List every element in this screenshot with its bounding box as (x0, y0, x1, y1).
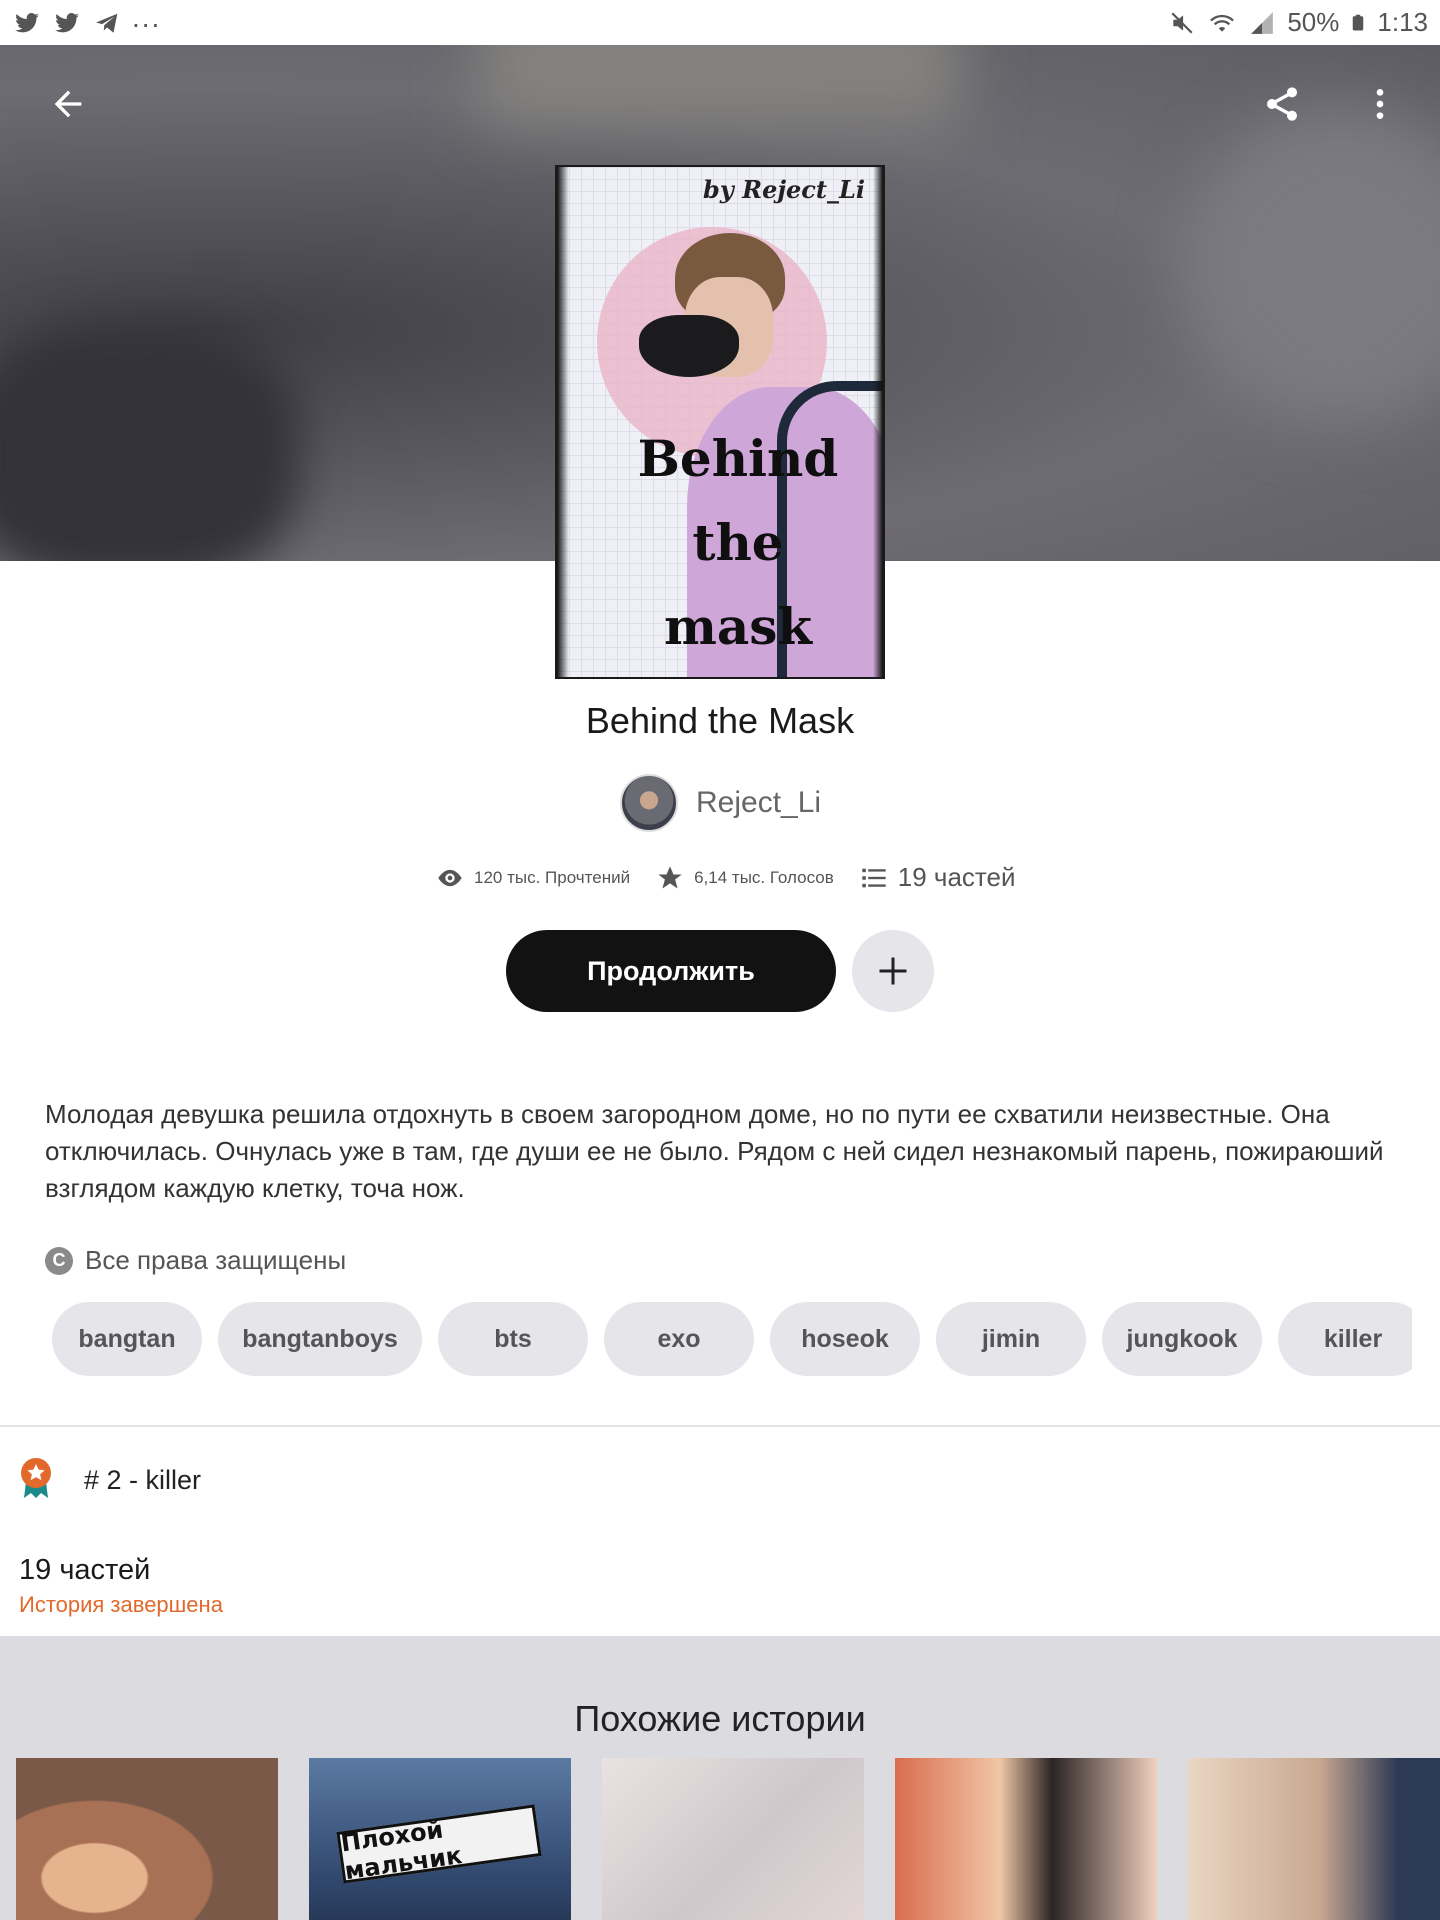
share-icon (1267, 87, 1297, 121)
cover-title: Behind the mask (637, 429, 839, 656)
story-title: Behind the Mask (585, 700, 855, 741)
tag-chip[interactable]: hoseok (770, 1302, 920, 1376)
continue-reading-button[interactable]: Продолжить (506, 930, 836, 1012)
arrow-left-icon (54, 90, 82, 118)
ranking-label[interactable]: # 2 - killer (84, 1465, 201, 1496)
tag-chip[interactable]: bangtanboys (218, 1302, 422, 1376)
cover-banner-text: Плохой мальчик (336, 1804, 542, 1885)
avatar[interactable] (620, 774, 678, 832)
section-divider (0, 1425, 1440, 1427)
tag-list: bangtan bangtanboys bts exo hoseok jimin… (52, 1302, 1412, 1376)
battery-percent: 50% (1287, 7, 1340, 37)
similar-stories-title: Похожие истории (574, 1698, 866, 1739)
more-options-button[interactable] (1348, 72, 1412, 136)
copyright-icon: C (45, 1246, 73, 1275)
votes-stat: 6,14 тыс. Голосов (656, 864, 834, 892)
ribbon-badge-icon (18, 1456, 54, 1505)
similar-story-cover[interactable]: Плохой мальчик (309, 1758, 571, 1920)
parts-summary[interactable]: 19 частей (19, 1554, 150, 1587)
similar-story-cover[interactable] (602, 1758, 864, 1920)
votes-count: 6,14 тыс. Голосов (694, 867, 834, 887)
status-bar: ... 50% 1:13 (0, 0, 1440, 45)
author-link[interactable]: Reject_Li (620, 774, 821, 832)
wifi-icon (1210, 14, 1235, 32)
twitter-icon (15, 12, 39, 32)
status-bar-notifications: ... (12, 2, 161, 36)
parts-count: 19 частей (897, 862, 1016, 892)
copyright-text: Все права защищены (85, 1245, 347, 1275)
eye-icon (438, 869, 462, 886)
story-description: Молодая девушка решила отдохнуть в своем… (45, 1099, 1384, 1203)
plus-icon (879, 957, 907, 985)
signal-icon (1251, 11, 1274, 34)
more-notifications: ... (132, 1, 162, 33)
story-stats: 120 тыс. Прочтений 6,14 тыс. Голосов 19 … (436, 862, 1042, 893)
similar-stories-section: Похожие истории Плохой мальчик (0, 1636, 1440, 1920)
status-bar-system: 50% 1:13 (1167, 7, 1428, 38)
copyright-notice: C Все права защищены (45, 1245, 346, 1276)
similar-stories-list: Плохой мальчик (16, 1758, 1440, 1920)
battery-icon (1353, 14, 1364, 30)
cover-byline: by Reject_Li (703, 175, 865, 204)
similar-story-cover[interactable] (1188, 1758, 1440, 1920)
share-button[interactable] (1250, 72, 1314, 136)
tag-chip[interactable]: bts (438, 1302, 588, 1376)
tag-chip[interactable]: exo (604, 1302, 754, 1376)
completion-status: История завершена (19, 1592, 223, 1617)
similar-story-cover[interactable] (895, 1758, 1157, 1920)
similar-story-cover[interactable] (16, 1758, 278, 1920)
list-icon (862, 868, 886, 887)
back-button[interactable] (36, 72, 100, 136)
add-to-library-button[interactable] (852, 930, 934, 1012)
author-name[interactable]: Reject_Li (696, 786, 821, 820)
ranking-item[interactable]: # 2 - killer (18, 1456, 201, 1505)
tag-chip[interactable]: jungkook (1102, 1302, 1262, 1376)
tag-chip[interactable]: killer (1278, 1302, 1412, 1376)
twitter-icon (55, 12, 79, 32)
reads-count: 120 тыс. Прочтений (474, 867, 631, 887)
parts-stat: 19 частей (860, 862, 1016, 893)
star-icon (658, 865, 682, 888)
telegram-icon (96, 13, 118, 33)
reads-stat: 120 тыс. Прочтений (436, 864, 630, 892)
more-vertical-icon (1376, 89, 1384, 119)
tag-chip[interactable]: jimin (936, 1302, 1086, 1376)
tag-chip[interactable]: bangtan (52, 1302, 202, 1376)
mute-icon (1171, 11, 1193, 34)
story-cover[interactable]: by Reject_Li Behind the mask (555, 165, 885, 679)
clock: 1:13 (1377, 7, 1428, 37)
